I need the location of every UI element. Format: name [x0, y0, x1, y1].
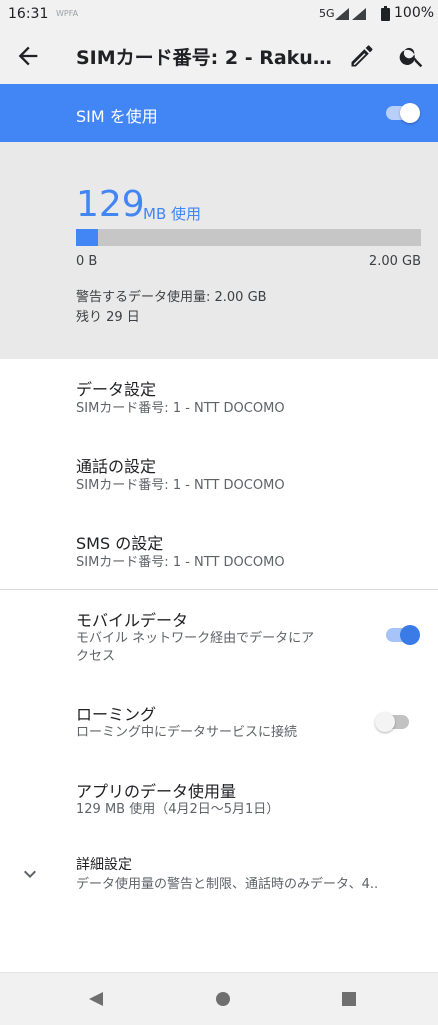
toggle-knob: [400, 103, 420, 123]
mobile-data-subtitle-line2: クセス: [76, 649, 116, 664]
battery-level: 100%: [394, 5, 435, 21]
usage-summary-panel: 129 MB 使用 0 B 2.00 GB 警告するデータ使用量: 2.00 G…: [0, 142, 438, 359]
roaming-title: ローミング: [76, 705, 157, 724]
sim-enable-label: SIM を使用: [76, 107, 158, 126]
usage-max-label: 2.00 GB: [368, 254, 421, 269]
usage-min-label: 0 B: [76, 254, 98, 269]
settings-item-subtitle: SIMカード番号: 1 - NTT DOCOMO: [76, 401, 285, 416]
usage-amount: 129: [76, 184, 145, 225]
mobile-data-subtitle-line1: モバイル ネットワーク経由でデータにア: [76, 631, 315, 646]
app-bar: SIMカード番号: 2 - Rakuten: [0, 28, 438, 84]
usage-warning-text: 警告するデータ使用量: 2.00 GB: [76, 290, 267, 305]
settings-item-subtitle: SIMカード番号: 1 - NTT DOCOMO: [76, 555, 285, 570]
settings-item-title: データ設定: [76, 380, 157, 399]
status-bar: 16:31 WPFA 5G 100%: [0, 0, 438, 28]
toggle-knob: [400, 625, 420, 645]
toggle-knob: [375, 712, 395, 732]
app-data-usage-title: アプリのデータ使用量: [76, 782, 237, 801]
status-time: 16:31: [8, 6, 49, 22]
advanced-settings-title: 詳細設定: [76, 857, 132, 873]
nav-back-icon[interactable]: [88, 991, 104, 1007]
roaming-subtitle: ローミング中にデータサービスに接続: [76, 725, 298, 740]
nav-recents-icon[interactable]: [342, 992, 356, 1006]
system-nav-bar: [0, 972, 438, 1025]
usage-unit: MB 使用: [143, 205, 202, 223]
network-type: 5G: [319, 7, 335, 20]
advanced-settings-subtitle: データ使用量の警告と制限、通話時のみデータ、4..: [76, 877, 379, 892]
usage-progress-bar: [76, 229, 421, 246]
pencil-icon[interactable]: [348, 42, 376, 70]
settings-item-subtitle: SIMカード番号: 1 - NTT DOCOMO: [76, 478, 285, 493]
settings-item-title: SMS の設定: [76, 534, 164, 553]
battery-icon: [381, 6, 390, 21]
roaming-toggle[interactable]: [375, 710, 411, 734]
page-title: SIMカード番号: 2 - Rakuten: [76, 47, 336, 69]
nav-home-icon[interactable]: [216, 992, 230, 1006]
mobile-data-toggle[interactable]: [384, 623, 420, 647]
signal-icon: [352, 8, 366, 20]
sim-enable-toggle[interactable]: [384, 101, 420, 125]
section-divider: [0, 589, 438, 590]
mobile-data-title: モバイルデータ: [76, 611, 189, 630]
signal-icon: [335, 8, 349, 20]
usage-remaining-text: 残り 29 日: [76, 310, 140, 325]
usage-progress-fill: [76, 229, 99, 246]
search-icon[interactable]: [398, 42, 426, 70]
chevron-down-icon: [24, 870, 36, 878]
settings-item-title: 通話の設定: [76, 457, 157, 476]
sim-enable-bar[interactable]: SIM を使用: [0, 84, 438, 142]
back-arrow-icon[interactable]: [14, 42, 42, 70]
app-data-usage-subtitle: 129 MB 使用（4月2日〜5月1日）: [76, 802, 280, 817]
status-small-label: WPFA: [56, 9, 79, 18]
